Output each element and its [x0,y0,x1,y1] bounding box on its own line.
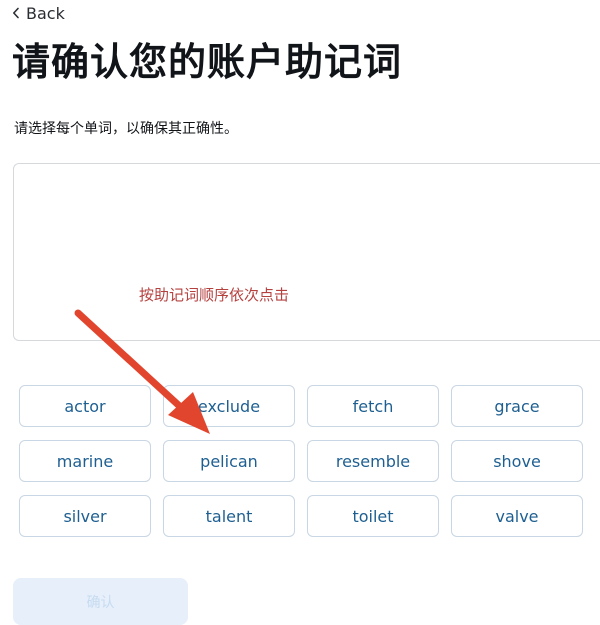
word-button-actor[interactable]: actor [19,385,151,427]
word-button-shove[interactable]: shove [451,440,583,482]
continue-label: 确认 [86,594,115,611]
word-label: talent [205,506,253,526]
chevron-left-icon [12,7,19,19]
instruction-text: 请选择每个单词，以确保其正确性。 [14,121,238,137]
continue-button[interactable]: 确认 [13,578,188,625]
word-button-exclude[interactable]: exclude [163,385,295,427]
page-title: 请确认您的账户助记词 [12,40,403,84]
word-label: valve [495,506,539,526]
drop-area-hint: 按助记词顺序依次点击 [139,286,290,304]
word-button-fetch[interactable]: fetch [307,385,439,427]
word-button-resemble[interactable]: resemble [307,440,439,482]
word-button-grace[interactable]: grace [451,385,583,427]
word-label: fetch [352,396,394,416]
word-label: grace [494,396,540,416]
word-button-toilet[interactable]: toilet [307,495,439,537]
word-label: actor [64,396,106,416]
word-label: toilet [352,506,394,526]
word-button-valve[interactable]: valve [451,495,583,537]
word-choice-grid: actor exclude fetch grace marine pelican… [19,385,583,537]
word-label: resemble [335,451,411,471]
word-label: marine [56,451,114,471]
word-label: pelican [200,451,258,471]
selected-words-area[interactable]: 按助记词顺序依次点击 [13,163,600,341]
word-label: silver [63,506,107,526]
word-button-pelican[interactable]: pelican [163,440,295,482]
back-link[interactable]: Back [12,2,65,24]
back-label: Back [26,3,65,23]
word-label: shove [493,451,541,471]
word-button-talent[interactable]: talent [163,495,295,537]
word-button-marine[interactable]: marine [19,440,151,482]
word-label: exclude [197,396,261,416]
word-button-silver[interactable]: silver [19,495,151,537]
